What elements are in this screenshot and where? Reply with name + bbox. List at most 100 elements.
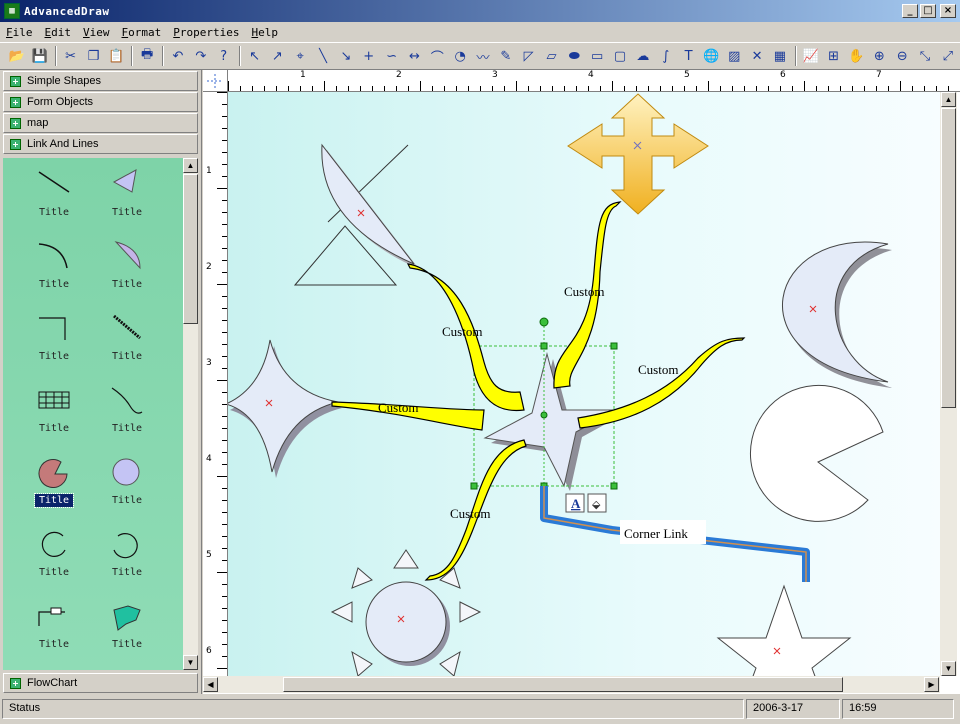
rectangle-icon[interactable]: ▭ (586, 45, 608, 67)
svg-text:⬙: ⬙ (592, 498, 601, 511)
scroll-left-icon[interactable]: ◀ (203, 677, 218, 692)
five-point-star-shape[interactable] (716, 584, 852, 676)
gallery-scrollbar[interactable]: ▲ ▼ (183, 158, 198, 670)
dimension-icon[interactable]: ↔ (404, 45, 426, 67)
scroll-up-icon[interactable]: ▲ (183, 158, 198, 173)
freehand-icon[interactable]: ✎ (495, 45, 517, 67)
chart-icon[interactable]: 📈 (800, 45, 822, 67)
menu-view[interactable]: View (77, 26, 116, 39)
menu-edit[interactable]: Edit (39, 26, 78, 39)
node-edit-icon[interactable]: ⌖ (289, 45, 311, 67)
gallery-item[interactable]: Title (19, 522, 89, 592)
drawing-canvas[interactable]: A ⬙ Custom Custom Custom Custom Custom C… (228, 92, 940, 676)
crescent-shape[interactable] (668, 241, 892, 388)
arc-icon[interactable]: ⌒ (426, 45, 448, 67)
gallery-item[interactable]: Title (92, 522, 162, 592)
copy-icon[interactable]: ❐ (83, 45, 105, 67)
link-icon[interactable]: ⤢ (937, 45, 959, 67)
category-form-objects[interactable]: Form Objects (3, 92, 198, 112)
gallery-item[interactable]: Title (19, 162, 89, 232)
label-custom-bottom[interactable]: Custom (450, 506, 490, 521)
menu-properties[interactable]: Properties (167, 26, 245, 39)
gallery-item[interactable]: Title (19, 234, 89, 304)
table-icon[interactable]: ▦ (769, 45, 791, 67)
scroll-down-icon[interactable]: ▼ (183, 655, 198, 670)
parallelogram-icon[interactable]: ▱ (541, 45, 563, 67)
pan-hand-icon[interactable]: ✋ (846, 45, 868, 67)
status-time: 16:59 (842, 699, 954, 719)
category-simple-shapes[interactable]: Simple Shapes (3, 71, 198, 91)
scroll-up-icon[interactable]: ▲ (941, 92, 956, 107)
rounded-rect-icon[interactable]: ▢ (609, 45, 631, 67)
help-icon[interactable]: ? (213, 45, 235, 67)
scroll-thumb[interactable] (183, 174, 198, 324)
canvas-vertical-scrollbar[interactable]: ▲ ▼ (940, 92, 957, 676)
curve-icon[interactable]: 〰 (472, 45, 494, 67)
polyline-icon[interactable]: ◸ (518, 45, 540, 67)
toolbar-separator (794, 46, 797, 66)
minimize-button[interactable]: _ (902, 4, 918, 18)
menu-help[interactable]: Help (245, 26, 284, 39)
cross-line-icon[interactable]: + (358, 45, 380, 67)
blob-icon[interactable]: ☁ (632, 45, 654, 67)
maximize-button[interactable]: □ (920, 4, 936, 18)
gallery-item[interactable]: Title (19, 594, 89, 664)
status-bar: Status 2006-3-17 16:59 (0, 697, 960, 721)
save-icon[interactable]: 💾 (29, 45, 51, 67)
spline-icon[interactable]: ∫ (655, 45, 677, 67)
category-map[interactable]: map (3, 113, 198, 133)
zoom-out-icon[interactable]: ⊖ (891, 45, 913, 67)
scroll-right-icon[interactable]: ▶ (924, 677, 939, 692)
gallery-item[interactable]: Title (92, 234, 162, 304)
pacman-shape[interactable] (749, 384, 884, 522)
print-icon[interactable]: 🖶 (136, 45, 158, 67)
scroll-down-icon[interactable]: ▼ (941, 661, 956, 676)
cut-icon[interactable]: ✂ (60, 45, 82, 67)
image-icon[interactable]: ▨ (723, 45, 745, 67)
gallery-item[interactable]: Title (92, 594, 162, 664)
menu-file[interactable]: File (0, 26, 39, 39)
globe-icon[interactable]: 🌐 (700, 45, 722, 67)
open-icon[interactable]: 📂 (6, 45, 28, 67)
connector-icon[interactable]: ⤡ (914, 45, 936, 67)
label-custom-mid-left[interactable]: Custom (378, 400, 418, 415)
paste-icon[interactable]: 📋 (105, 45, 127, 67)
close-button[interactable]: × (940, 4, 956, 18)
gallery-item[interactable]: Title (19, 378, 89, 448)
four-point-star-shape[interactable] (228, 339, 342, 478)
gallery-item[interactable]: Title (19, 450, 89, 520)
text-icon[interactable]: T (678, 45, 700, 67)
gallery-item[interactable]: Title (92, 306, 162, 376)
label-corner-link[interactable]: Corner Link (624, 526, 688, 541)
scroll-thumb[interactable] (283, 677, 843, 692)
category-link-and-lines[interactable]: Link And Lines (3, 134, 198, 154)
line-icon[interactable]: ╲ (312, 45, 334, 67)
sun-shape[interactable] (330, 549, 482, 676)
pie-icon[interactable]: ◔ (449, 45, 471, 67)
gallery-item[interactable]: Title (92, 450, 162, 520)
arrow-line-icon[interactable]: ↘ (335, 45, 357, 67)
bezier-icon[interactable]: ∽ (381, 45, 403, 67)
gallery-item[interactable]: Title (19, 306, 89, 376)
delete-icon[interactable]: ✕ (746, 45, 768, 67)
select-icon[interactable]: ↖ (244, 45, 266, 67)
grid-icon[interactable]: ⊞ (823, 45, 845, 67)
label-custom-top[interactable]: Custom (564, 284, 604, 299)
select-add-icon[interactable]: ↗ (266, 45, 288, 67)
half-disc-shape[interactable] (293, 143, 419, 286)
category-label: Simple Shapes (27, 75, 101, 87)
label-custom-left[interactable]: Custom (442, 324, 482, 339)
scroll-thumb[interactable] (941, 108, 956, 408)
category-flowchart[interactable]: FlowChart (3, 673, 198, 693)
canvas-horizontal-scrollbar[interactable]: ◀ ▶ (203, 676, 940, 693)
ruler-corner[interactable] (203, 70, 228, 92)
four-way-arrow-shape[interactable] (567, 93, 709, 215)
ellipse-icon[interactable]: ⬬ (563, 45, 585, 67)
redo-icon[interactable]: ↷ (190, 45, 212, 67)
gallery-item[interactable]: Title (92, 162, 162, 232)
undo-icon[interactable]: ↶ (167, 45, 189, 67)
zoom-in-icon[interactable]: ⊕ (868, 45, 890, 67)
menu-format[interactable]: Format (116, 26, 168, 39)
gallery-item[interactable]: Title (92, 378, 162, 448)
label-custom-right[interactable]: Custom (638, 362, 678, 377)
